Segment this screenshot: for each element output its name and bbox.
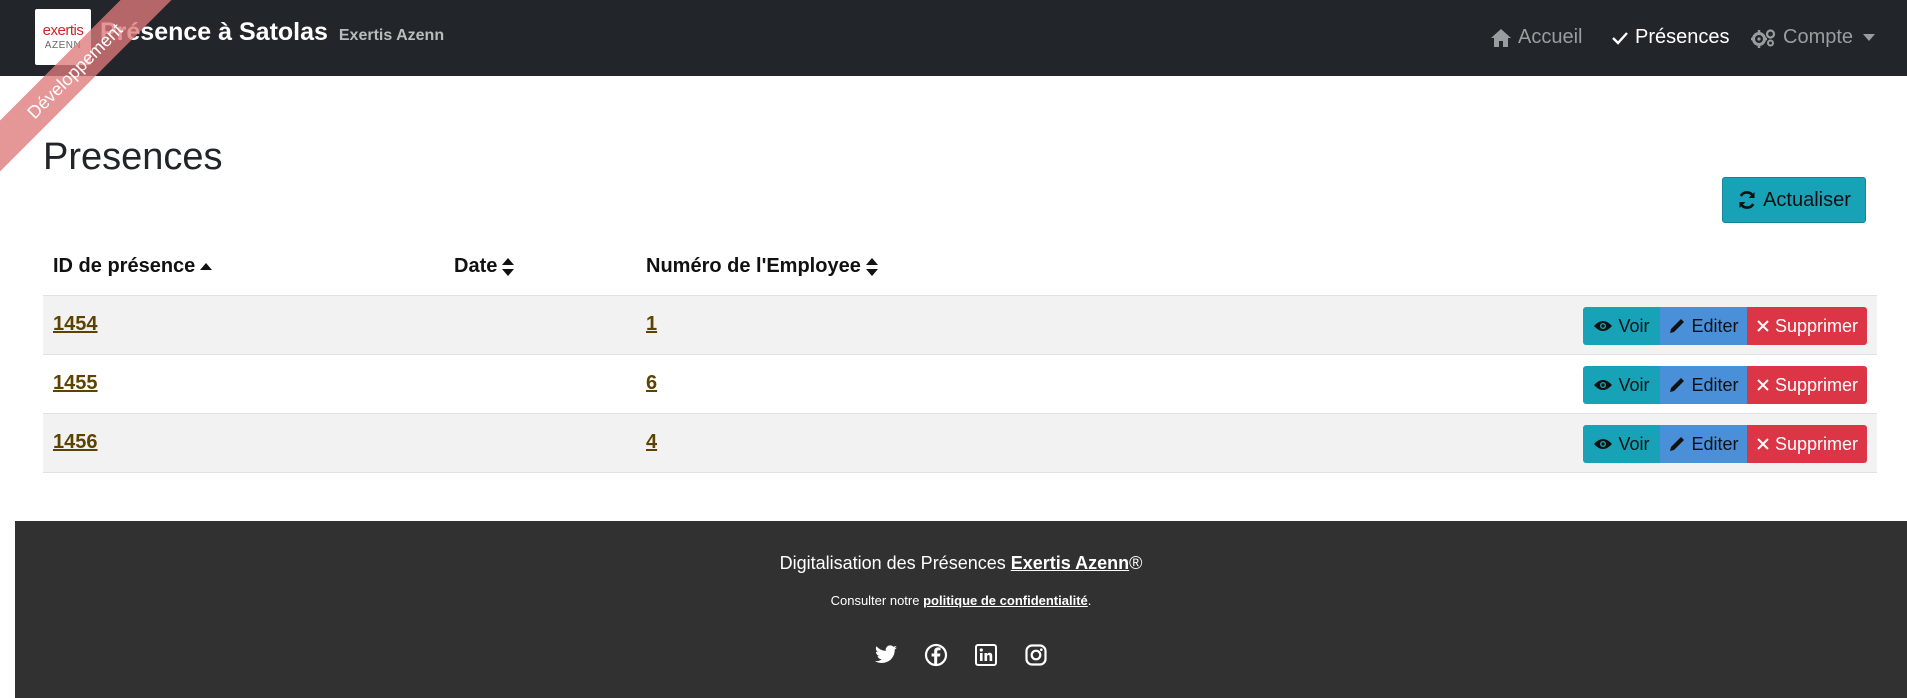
pencil-icon (1670, 378, 1685, 392)
edit-button-label: Editer (1691, 315, 1739, 336)
delete-button[interactable]: Supprimer (1747, 366, 1867, 404)
column-header-id[interactable]: ID de présence (53, 255, 213, 278)
close-icon (1757, 438, 1769, 450)
presence-id-link[interactable]: 1454 (53, 313, 98, 336)
edit-button[interactable]: Editer (1660, 425, 1747, 463)
edit-button-label: Editer (1691, 374, 1739, 395)
eye-icon (1594, 439, 1613, 449)
column-header-employee[interactable]: Numéro de l'Employee (646, 255, 879, 278)
view-button[interactable]: Voir (1583, 307, 1660, 345)
footer: Digitalisation des Présences Exertis Aze… (15, 521, 1907, 698)
view-button-label: Voir (1618, 315, 1650, 336)
column-header-id-label: ID de présence (53, 255, 196, 277)
table-row: 1456 4 Voir Editer Supprimer (43, 414, 1877, 473)
view-button-label: Voir (1618, 433, 1650, 454)
delete-button[interactable]: Supprimer (1747, 425, 1867, 463)
sort-icon (502, 257, 515, 276)
page-title: Presences (43, 136, 223, 178)
brand-title[interactable]: Présence à Satolas Exertis Azenn (100, 18, 444, 47)
footer-tagline: Digitalisation des Présences Exertis Aze… (15, 553, 1907, 574)
delete-button-label: Supprimer (1774, 315, 1859, 336)
presences-table: ID de présence Date Numéro de l'Employee… (43, 245, 1877, 473)
employee-link[interactable]: 4 (646, 431, 657, 454)
refresh-icon (1739, 191, 1755, 209)
nav-presences[interactable]: Présences (1611, 26, 1730, 49)
company-link[interactable]: Exertis Azenn (1011, 553, 1129, 573)
view-button[interactable]: Voir (1583, 425, 1660, 463)
presence-id-link[interactable]: 1455 (53, 372, 98, 395)
instagram-icon[interactable] (1024, 643, 1048, 667)
check-icon (1612, 31, 1628, 45)
view-button-label: Voir (1618, 374, 1650, 395)
footer-privacy: Consulter notre politique de confidentia… (15, 593, 1907, 608)
close-icon (1757, 379, 1769, 391)
social-links (15, 643, 1907, 667)
logo-line1: exertis (42, 21, 84, 39)
delete-button[interactable]: Supprimer (1747, 307, 1867, 345)
edit-button[interactable]: Editer (1660, 307, 1747, 345)
linkedin-icon[interactable] (974, 643, 998, 667)
footer-privacy-prefix: Consulter notre (830, 593, 924, 608)
column-header-employee-label: Numéro de l'Employee (646, 255, 861, 277)
eye-icon (1594, 380, 1613, 390)
nav-account-label: Compte (1783, 26, 1854, 48)
footer-tagline-prefix: Digitalisation des Présences (779, 553, 1011, 573)
close-icon (1757, 320, 1769, 332)
registered-mark: ® (1129, 553, 1143, 573)
row-actions: Voir Editer Supprimer (1583, 425, 1867, 463)
eye-icon (1594, 321, 1613, 331)
brand-subtitle: Exertis Azenn (338, 27, 445, 44)
presence-id-link[interactable]: 1456 (53, 431, 98, 454)
nav-home-label: Accueil (1518, 26, 1583, 48)
row-actions: Voir Editer Supprimer (1583, 307, 1867, 345)
refresh-button[interactable]: Actualiser (1722, 177, 1866, 223)
refresh-button-label: Actualiser (1763, 188, 1851, 211)
footer-privacy-suffix: . (1087, 593, 1092, 608)
column-header-date-label: Date (454, 255, 498, 277)
delete-button-label: Supprimer (1774, 374, 1859, 395)
home-icon (1491, 28, 1511, 47)
delete-button-label: Supprimer (1774, 433, 1859, 454)
privacy-policy-link[interactable]: politique de confidentialité (923, 593, 1088, 608)
pencil-icon (1670, 319, 1685, 333)
row-actions: Voir Editer Supprimer (1583, 366, 1867, 404)
pencil-icon (1670, 437, 1685, 451)
employee-link[interactable]: 6 (646, 372, 657, 395)
sort-asc-icon (200, 262, 213, 270)
view-button[interactable]: Voir (1583, 366, 1660, 404)
nav-home[interactable]: Accueil (1490, 26, 1582, 49)
column-header-date[interactable]: Date (454, 255, 515, 278)
edit-button-label: Editer (1691, 433, 1739, 454)
edit-button[interactable]: Editer (1660, 366, 1747, 404)
gears-icon (1751, 28, 1776, 48)
nav-account-dropdown[interactable]: Compte (1751, 26, 1876, 49)
nav-presences-label: Présences (1635, 26, 1730, 48)
employee-link[interactable]: 1 (646, 313, 657, 336)
twitter-icon[interactable] (874, 643, 898, 667)
table-row: 1455 6 Voir Editer Supprimer (43, 355, 1877, 414)
table-row: 1454 1 Voir Editer Supprimer (43, 296, 1877, 355)
sort-icon (865, 257, 878, 276)
facebook-icon[interactable] (924, 643, 948, 667)
chevron-down-icon (1863, 34, 1876, 41)
navbar: exertis AZENN Présence à Satolas Exertis… (0, 0, 1907, 76)
table-header: ID de présence Date Numéro de l'Employee (43, 245, 1877, 296)
